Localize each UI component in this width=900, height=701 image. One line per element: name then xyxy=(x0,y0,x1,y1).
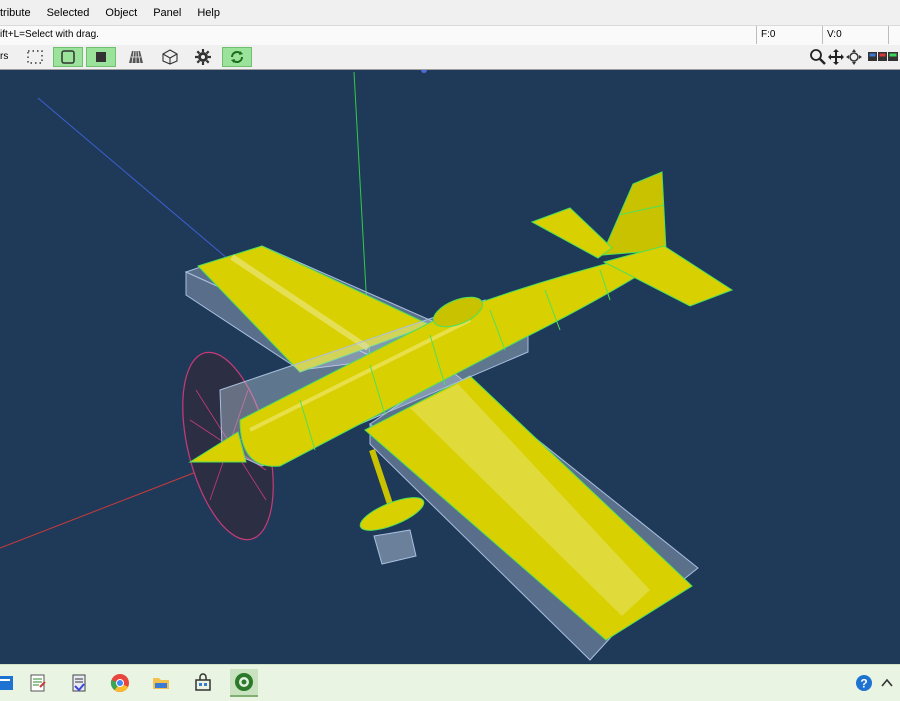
tray-expand[interactable] xyxy=(876,669,898,697)
taskbar-app-document[interactable] xyxy=(65,669,93,697)
rotate-button[interactable] xyxy=(844,47,864,67)
document-icon xyxy=(72,674,86,692)
select-dotted-icon xyxy=(27,50,43,64)
taskbar: ? xyxy=(0,664,900,701)
mesh-wire-icon xyxy=(129,50,143,64)
select-frame-button[interactable] xyxy=(53,47,83,67)
view-options-icon xyxy=(868,52,898,61)
zoom-icon xyxy=(810,49,826,65)
vertex-readout: V:0 xyxy=(822,26,888,44)
select-dotted-button[interactable] xyxy=(20,47,50,67)
taskbar-app-chrome[interactable] xyxy=(106,669,134,697)
file-explorer-icon xyxy=(153,678,169,689)
windows-app-icon xyxy=(0,676,13,690)
status-message: ift+L=Select with drag. xyxy=(0,29,99,40)
gear-icon xyxy=(195,49,211,65)
origin-marker xyxy=(421,70,427,73)
taskbar-app-modeler[interactable] xyxy=(230,669,258,697)
svg-text:?: ? xyxy=(860,677,867,691)
scene xyxy=(0,70,734,661)
frame-readout: F:0 xyxy=(756,26,822,44)
menu-panel[interactable]: Panel xyxy=(145,0,189,25)
view-options-button[interactable] xyxy=(866,47,900,67)
mesh-wire-button[interactable] xyxy=(121,47,151,67)
menu-bar: tribute Selected Object Panel Help xyxy=(0,0,900,26)
status-bar: ift+L=Select with drag. F:0 V:0 xyxy=(0,26,900,46)
status-field-extra xyxy=(888,26,900,44)
move-icon xyxy=(828,49,844,65)
move-button[interactable] xyxy=(826,47,846,67)
taskbar-app-store[interactable] xyxy=(189,669,217,697)
modeler-app-icon xyxy=(235,673,253,691)
taskbar-app-explorer[interactable] xyxy=(147,669,175,697)
chrome-icon xyxy=(110,674,129,692)
menu-attribute[interactable]: tribute xyxy=(0,0,39,25)
vertical-stabilizer xyxy=(601,171,667,256)
3d-viewport[interactable] xyxy=(0,70,900,664)
menu-selected[interactable]: Selected xyxy=(39,0,98,25)
taskbar-app-windows[interactable] xyxy=(0,669,20,697)
menu-help[interactable]: Help xyxy=(189,0,228,25)
zoom-button[interactable] xyxy=(808,47,828,67)
solid-square-icon xyxy=(96,52,106,62)
chevron-up-icon xyxy=(881,678,893,687)
notepad-icon xyxy=(30,674,46,692)
refresh-icon xyxy=(231,51,243,63)
refresh-button[interactable] xyxy=(222,47,252,67)
menu-object[interactable]: Object xyxy=(97,0,145,25)
tray-help[interactable]: ? xyxy=(852,669,876,697)
cube-button[interactable] xyxy=(155,47,185,67)
toolbar-label: rs xyxy=(0,51,9,62)
select-frame-icon xyxy=(61,50,75,64)
toolbar: rs xyxy=(0,45,900,70)
settings-button[interactable] xyxy=(188,47,218,67)
left-stabilizer xyxy=(530,207,613,259)
solid-square-button[interactable] xyxy=(86,47,116,67)
rotate-icon xyxy=(846,49,862,65)
taskbar-app-notepad[interactable] xyxy=(24,669,52,697)
cube-icon xyxy=(162,49,178,65)
store-icon xyxy=(195,673,211,691)
help-icon: ? xyxy=(856,675,872,691)
